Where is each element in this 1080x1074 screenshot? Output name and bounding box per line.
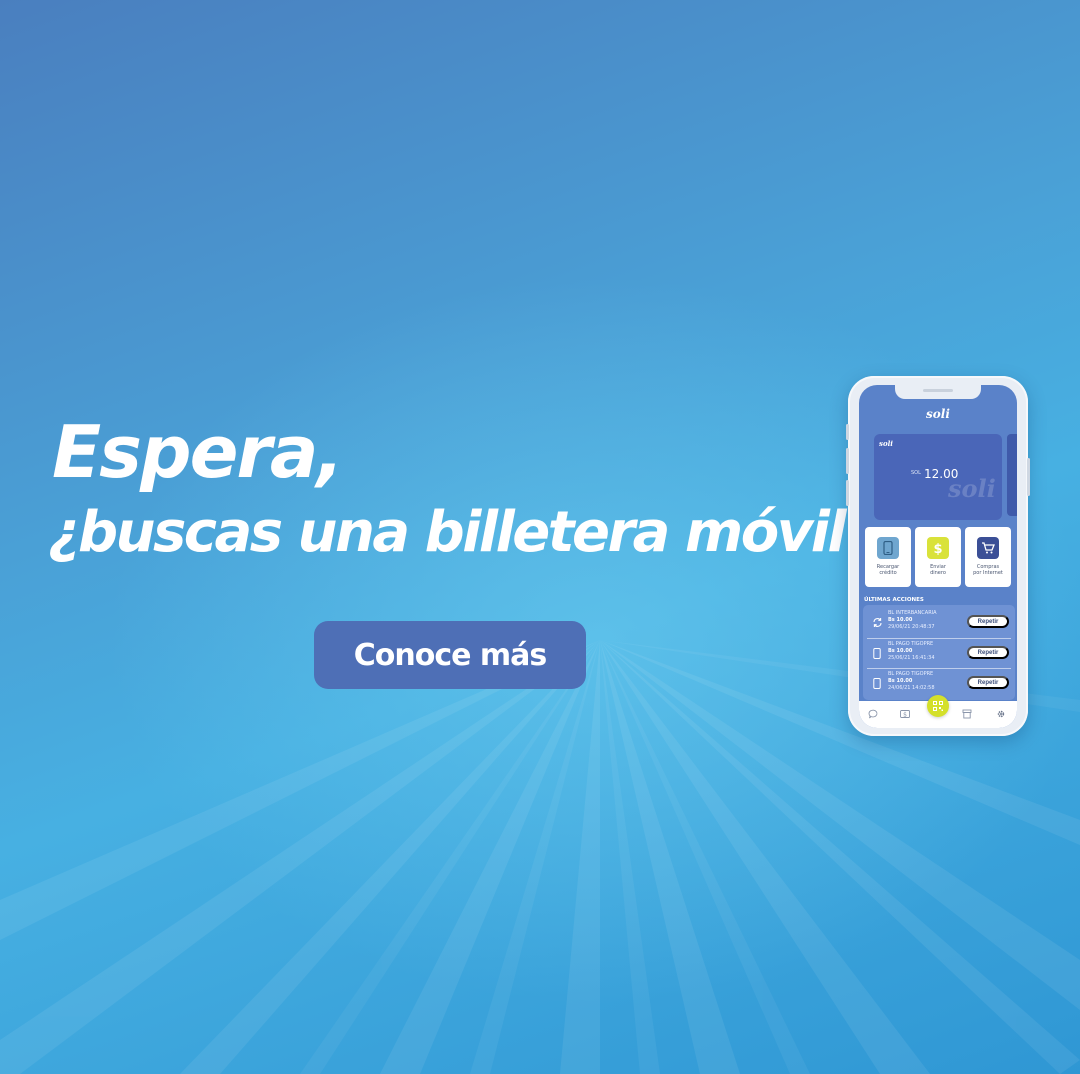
box-icon (962, 709, 972, 719)
quick-actions: Recargar crédito $ Enviar dinero Compras… (865, 527, 1011, 589)
svg-text:$: $ (933, 542, 942, 555)
chat-bubble-icon (868, 709, 878, 719)
headline-line-2: ¿buscas una billetera móvil? (48, 500, 877, 565)
action-date: 25/06/21 16:41:34 (888, 655, 935, 661)
app-logo: soli (926, 407, 950, 421)
action-amount: Bs 10.00 (888, 648, 913, 654)
repetir-button[interactable]: Repetir (967, 676, 1009, 689)
card-watermark: soli (948, 474, 996, 503)
cart-icon (977, 537, 999, 559)
phone-side-button (846, 424, 849, 440)
compras-internet-button[interactable]: Compras por Internet (965, 527, 1011, 587)
money-icon: $ (900, 710, 910, 718)
tab-money[interactable]: $ (894, 704, 916, 723)
tab-chat[interactable] (862, 704, 884, 723)
card-logo: soli (879, 439, 893, 448)
phone-icon (871, 647, 883, 659)
enviar-dinero-button[interactable]: $ Enviar dinero (915, 527, 961, 587)
card-currency: SOL (911, 470, 921, 476)
qr-scan-button[interactable] (927, 695, 949, 717)
action-amount: Bs 10.00 (888, 617, 913, 623)
action-title: BL INTERBANCARIA (888, 610, 937, 616)
action-title: BL PAGO TIGOPRE (888, 671, 934, 677)
action-label: Recargar crédito (876, 564, 900, 576)
phone-mockup: soli soli SOL 12.00 soli Recargar crédit… (846, 376, 1030, 736)
recargar-credito-button[interactable]: Recargar crédito (865, 527, 911, 587)
repetir-button[interactable]: Repetir (967, 615, 1009, 628)
action-date: 29/06/21 20:48:37 (888, 624, 935, 630)
phone-icon (871, 677, 883, 689)
phone-icon (877, 537, 899, 559)
action-label: Compras por Internet (973, 564, 1003, 576)
balance-card[interactable]: soli SOL 12.00 soli (874, 434, 1002, 520)
list-item[interactable]: BL INTERBANCARIA Bs 10.00 29/06/21 20:48… (863, 607, 1015, 636)
phone-side-button (1027, 458, 1030, 496)
svg-text:$: $ (903, 711, 907, 718)
qr-code-icon (933, 701, 943, 711)
phone-speaker (923, 389, 953, 392)
recent-actions-title: ÚLTIMAS ACCIONES (864, 597, 924, 603)
phone-notch (895, 385, 981, 399)
headline-line-1: Espera, (52, 410, 344, 494)
tab-box[interactable] (956, 704, 978, 723)
action-label: Enviar dinero (930, 564, 946, 576)
action-date: 24/06/21 14:02:58 (888, 685, 935, 691)
action-amount: Bs 10.00 (888, 678, 913, 684)
next-card-peek[interactable] (1007, 434, 1017, 516)
gear-icon (997, 710, 1005, 718)
tab-settings[interactable] (990, 704, 1012, 723)
list-item[interactable]: BL PAGO TIGOPRE Bs 10.00 24/06/21 14:02:… (863, 668, 1015, 697)
phone-screen: soli soli SOL 12.00 soli Recargar crédit… (859, 385, 1017, 728)
list-item[interactable]: BL PAGO TIGOPRE Bs 10.00 25/06/21 16:41:… (863, 638, 1015, 667)
dollar-icon: $ (927, 537, 949, 559)
action-title: BL PAGO TIGOPRE (888, 641, 934, 647)
refresh-icon (871, 616, 883, 628)
repetir-button[interactable]: Repetir (967, 646, 1009, 659)
phone-side-button (846, 448, 849, 474)
conoce-mas-button[interactable]: Conoce más (314, 621, 586, 689)
phone-side-button (846, 480, 849, 506)
